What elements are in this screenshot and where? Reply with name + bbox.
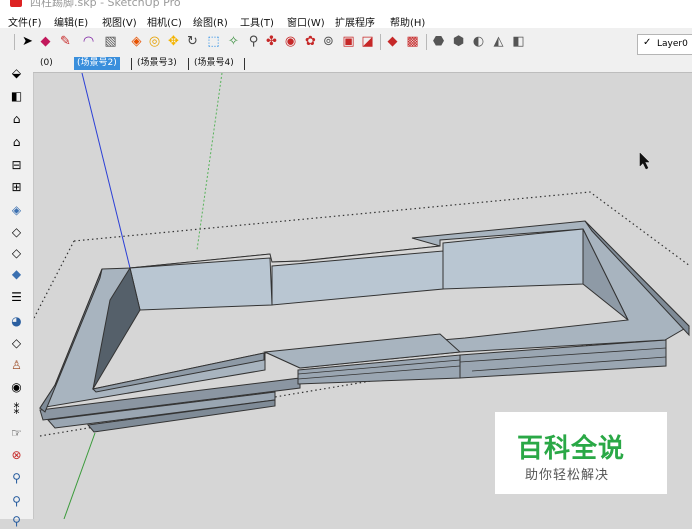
menu-help[interactable]: 帮助(H): [390, 14, 425, 29]
menu-draw[interactable]: 绘图(R): [193, 14, 228, 29]
watermark-subtitle: 助你轻松解决: [525, 468, 610, 483]
text-icon[interactable]: ✤: [263, 33, 280, 50]
main-toolbar: ➤ ◆ ✎ ◠ ▧ ◈ ◎ ✥ ↻ ⬚ ✧ ⚲ ✤ ◉ ✿ ⊚ ▣ ◪ ◆ ▩ …: [0, 28, 692, 57]
right-view-icon[interactable]: ⌂: [8, 133, 25, 150]
eraser-tool-icon[interactable]: ◇: [8, 334, 25, 351]
offset-icon[interactable]: ◎: [146, 33, 163, 50]
rotate-icon[interactable]: ↻: [184, 33, 201, 50]
hidden-line-icon[interactable]: ◇: [8, 244, 25, 261]
menu-tools[interactable]: 工具(T): [240, 14, 274, 29]
arc-icon[interactable]: ◠: [80, 33, 97, 50]
wireframe-icon[interactable]: ◇: [8, 223, 25, 240]
toolbar-separator: [380, 34, 381, 50]
eraser-icon[interactable]: ◆: [37, 33, 54, 50]
layer-name: Layer0: [657, 39, 688, 49]
tab-divider: [131, 58, 132, 70]
toolbar-separator: [426, 34, 427, 50]
select-icon[interactable]: ➤: [19, 33, 36, 50]
zoom-window-icon[interactable]: ⚲: [8, 469, 25, 486]
toolbar-separator: [14, 34, 15, 50]
section-icon[interactable]: ◆: [384, 33, 401, 50]
pencil-icon[interactable]: ✎: [57, 33, 74, 50]
pan-icon[interactable]: ✿: [302, 33, 319, 50]
layer-selector[interactable]: ✓ Layer0: [637, 34, 692, 55]
monochrome-icon[interactable]: ◕: [8, 312, 25, 329]
tab-divider: [244, 58, 245, 70]
textured-icon[interactable]: ☰: [8, 288, 25, 305]
watermark: 百科全说 助你轻松解决: [495, 412, 667, 494]
tab-divider: [188, 58, 189, 70]
scene-tab-active[interactable]: (场景号2): [74, 57, 120, 70]
component-icon[interactable]: ◪: [359, 33, 376, 50]
zoom-extents-icon[interactable]: ▣: [340, 33, 357, 50]
iso-view-icon[interactable]: ⬙: [8, 64, 25, 81]
sketchup-logo-icon: [10, 0, 22, 7]
push-pull-icon[interactable]: ◈: [128, 33, 145, 50]
walk-icon[interactable]: ⁑: [8, 401, 25, 418]
scene-tabs: (0) (场景号2) (场景号3) (场景号4): [33, 56, 692, 73]
scene-tab[interactable]: (场景号4): [191, 57, 237, 70]
zoom-icon[interactable]: ⊚: [320, 33, 337, 50]
title-bar: 四柱踢脚.skp - SketchUp Pro: [0, 0, 692, 12]
tape-measure-icon[interactable]: ⚲: [245, 33, 262, 50]
rectangle-icon[interactable]: ▧: [102, 33, 119, 50]
scene-tab[interactable]: (场景号3): [134, 57, 180, 70]
paint-icon[interactable]: ⬢: [450, 33, 467, 50]
xray-icon[interactable]: ◈: [8, 201, 25, 218]
zoom-tool-icon[interactable]: ⚲: [8, 492, 25, 509]
paint-tool-icon[interactable]: ♙: [8, 356, 25, 373]
move-icon[interactable]: ✥: [165, 33, 182, 50]
material-icon[interactable]: ⬣: [430, 33, 447, 50]
scale-icon[interactable]: ⬚: [205, 33, 222, 50]
menu-bar: 文件(F) 编辑(E) 视图(V) 相机(C) 绘图(R) 工具(T) 窗口(W…: [0, 12, 692, 29]
layer-manager-icon[interactable]: ◧: [510, 33, 527, 50]
front-view-icon[interactable]: ◧: [8, 87, 25, 104]
orbit-icon[interactable]: ◉: [282, 33, 299, 50]
style-icon[interactable]: ▩: [404, 33, 421, 50]
back-view-icon[interactable]: ⊟: [8, 156, 25, 173]
position-camera-icon[interactable]: ☞: [8, 424, 25, 441]
fog-icon[interactable]: ◭: [490, 33, 507, 50]
checkmark-icon: ✓: [643, 37, 652, 48]
left-toolbar: ⬙ ◧ ⌂ ⌂ ⊟ ⊞ ◈ ◇ ◇ ◆ ☰ ◕ ◇ ♙ ◉ ⁑ ☞ ⊗ ⚲ ⚲ …: [0, 56, 34, 527]
menu-file[interactable]: 文件(F): [8, 14, 42, 29]
menu-extensions[interactable]: 扩展程序: [335, 14, 375, 29]
watermark-title: 百科全说: [517, 434, 626, 464]
shadow-icon[interactable]: ◐: [470, 33, 487, 50]
zoom-extents-tool-icon[interactable]: ⚲: [8, 512, 25, 529]
follow-me-icon[interactable]: ✧: [225, 33, 242, 50]
orbit-tool-icon[interactable]: ⊗: [8, 446, 25, 463]
menu-camera[interactable]: 相机(C): [147, 14, 182, 29]
menu-edit[interactable]: 编辑(E): [54, 14, 88, 29]
menu-view[interactable]: 视图(V): [102, 14, 137, 29]
window-title: 四柱踢脚.skp - SketchUp Pro: [30, 0, 181, 9]
menu-window[interactable]: 窗口(W): [287, 14, 325, 29]
shaded-icon[interactable]: ◆: [8, 265, 25, 282]
look-around-icon[interactable]: ◉: [8, 378, 25, 395]
scene-tab[interactable]: (0): [37, 57, 56, 70]
left-view-icon[interactable]: ⊞: [8, 178, 25, 195]
top-view-icon[interactable]: ⌂: [8, 110, 25, 127]
